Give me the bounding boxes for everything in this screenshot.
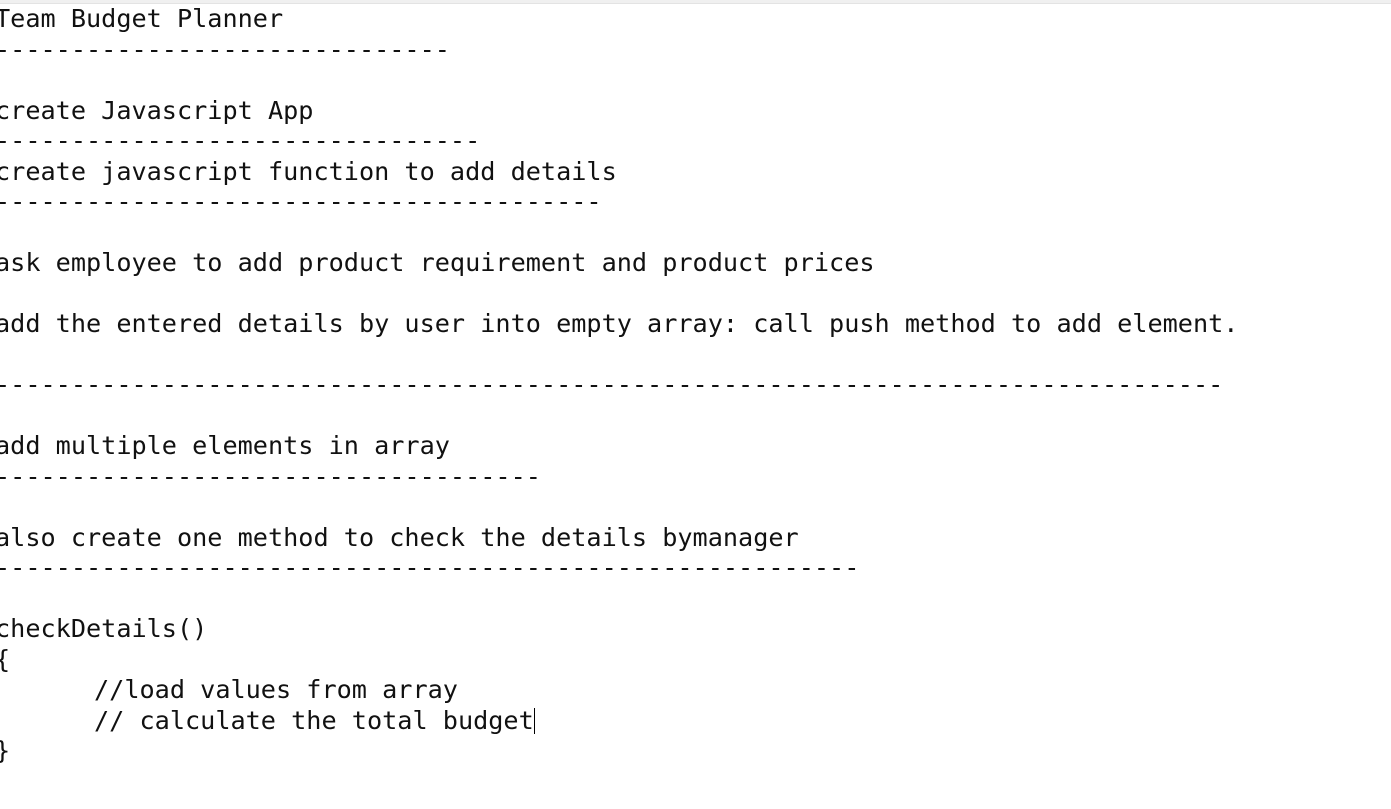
- text-line: [0, 65, 1391, 96]
- text-line: [0, 218, 1391, 249]
- text-line: }: [0, 736, 1391, 767]
- text-line: ------------------------------------: [0, 461, 541, 491]
- text-caret: [533, 707, 535, 734]
- text-line: checkDetails(): [0, 614, 208, 643]
- text-line: //load values from array: [94, 675, 458, 704]
- text-line: add the entered details by user into emp…: [0, 309, 1239, 338]
- text-line: [0, 340, 1391, 371]
- text-line: [0, 492, 1391, 523]
- text-line-with-caret: // calculate the total budget: [0, 706, 1391, 737]
- text-line: --------------------------------: [0, 126, 481, 155]
- text-line: {: [0, 645, 1391, 676]
- text-line: add multiple elements in array: [0, 431, 450, 460]
- text-line: ask employee to add product requirement …: [0, 248, 875, 277]
- text-line: [0, 401, 1391, 432]
- text-line: [0, 279, 1391, 310]
- text-line: ------------------------------: [0, 34, 450, 64]
- text-line-content: // calculate the total budget: [94, 705, 534, 735]
- text-line: Team Budget Planner: [0, 4, 284, 33]
- text-line: ----------------------------------------…: [0, 370, 1224, 399]
- text-line: create Javascript App: [0, 95, 314, 125]
- text-line: ----------------------------------------…: [0, 553, 860, 582]
- text-editor-area[interactable]: Team Budget Planner --------------------…: [0, 4, 1391, 767]
- text-line: also create one method to check the deta…: [0, 522, 799, 552]
- text-line: ----------------------------------------: [0, 187, 602, 216]
- text-line: [0, 584, 1391, 615]
- text-line: create javascript function to add detail…: [0, 156, 617, 186]
